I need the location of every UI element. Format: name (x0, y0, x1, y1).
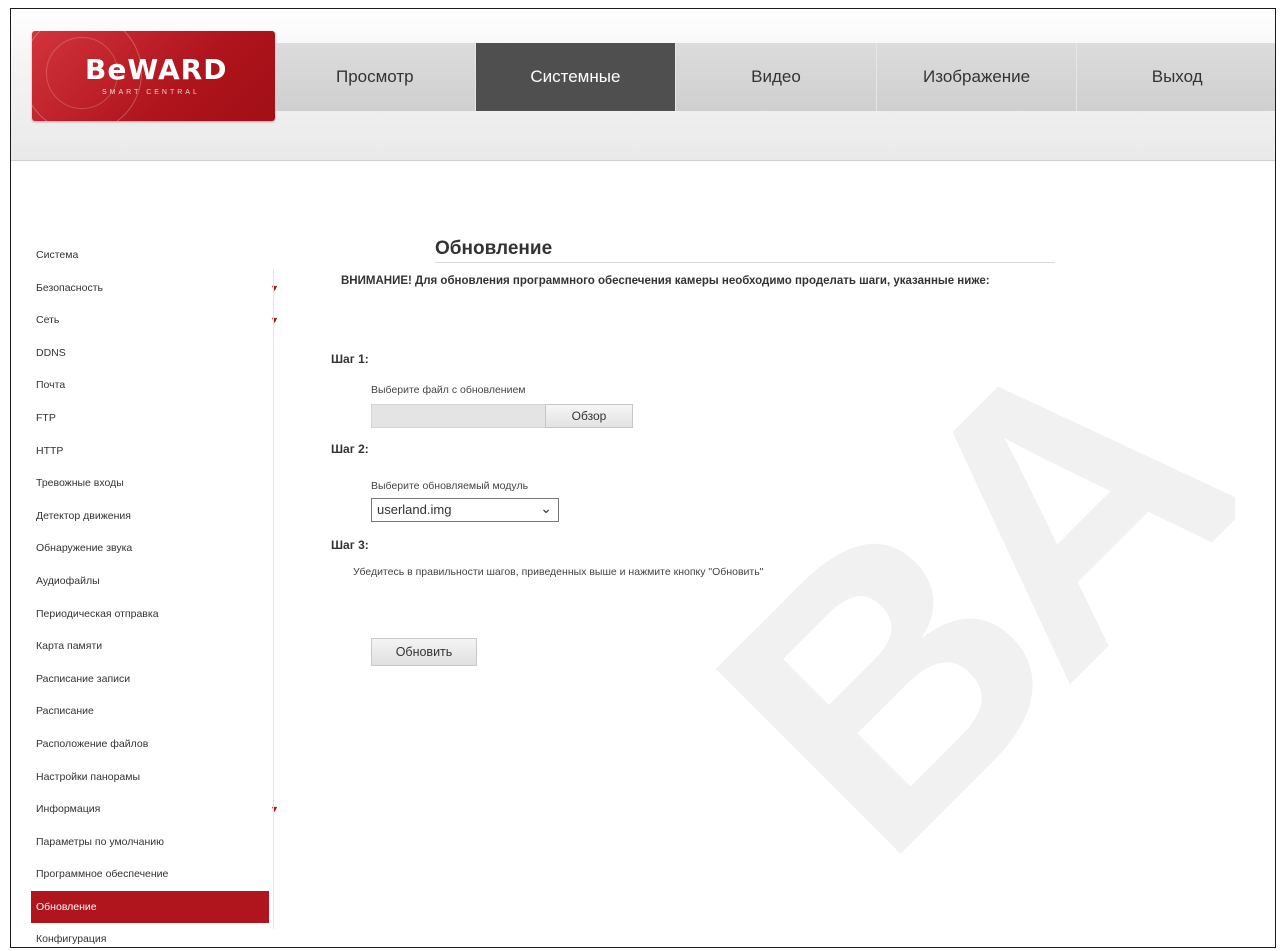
sidebar-item[interactable]: Периодическая отправка (31, 598, 281, 631)
tab-image[interactable]: Изображение (877, 43, 1078, 111)
tab-exit[interactable]: Выход (1077, 43, 1275, 111)
logo-text: BeWARD (85, 53, 228, 86)
step2-label: Шаг 2: (331, 442, 369, 456)
sidebar-item-label: DDNS (36, 346, 66, 359)
sidebar-item-label: Конфигурация (36, 933, 107, 946)
watermark-icon: ВА (639, 254, 1235, 929)
update-button[interactable]: Обновить (371, 638, 477, 666)
sidebar-item[interactable]: Расположение файлов (31, 728, 281, 761)
header: BeWARD SMART CENTRAL Просмотр Системные … (11, 9, 1275, 161)
sidebar-item[interactable]: Параметры по умолчанию (31, 826, 281, 859)
tab-system[interactable]: Системные (475, 43, 677, 111)
sidebar-item[interactable]: Карта памяти (31, 630, 281, 663)
sidebar-item-label: FTP (36, 411, 56, 424)
sidebar-item[interactable]: Расписание (31, 695, 281, 728)
top-nav: Просмотр Системные Видео Изображение Вых… (275, 43, 1275, 111)
sidebar-item[interactable]: Расписание записи (31, 663, 281, 696)
warning-text: ВНИМАНИЕ! Для обновления программного об… (341, 275, 990, 287)
sidebar-item-label: Сеть (36, 314, 60, 327)
sidebar-item[interactable]: Сеть ▼ (31, 304, 281, 337)
browse-button[interactable]: Обзор (545, 404, 633, 428)
chevron-down-icon[interactable]: ▼ (270, 793, 279, 826)
file-picker[interactable]: Обзор (371, 404, 633, 428)
sidebar-item-label: Обновление (36, 900, 97, 913)
sidebar-item[interactable]: Настройки панорамы (31, 761, 281, 794)
sidebar-item-label: Программное обеспечение (36, 868, 169, 881)
svg-text:ВА: ВА (639, 254, 1235, 929)
chevron-down-icon[interactable]: ▼ (270, 272, 279, 305)
sidebar-item-label: Параметры по умолчанию (36, 835, 165, 848)
sidebar-item-label: Расписание записи (36, 672, 131, 685)
tab-video[interactable]: Видео (676, 43, 877, 111)
sidebar: Система Безопасность ▼ Сеть ▼ DDNS Почта FTP HTT… (31, 239, 281, 947)
chevron-down-icon[interactable]: ▼ (270, 304, 279, 337)
beward-logo: BeWARD SMART CENTRAL (32, 31, 275, 121)
sidebar-item-label: Карта памяти (36, 640, 103, 653)
sidebar-item-label: Информация (36, 803, 101, 816)
app-frame: BeWARD SMART CENTRAL Просмотр Системные … (10, 8, 1276, 948)
sidebar-item-label: Обнаружение звука (36, 542, 133, 555)
sidebar-item-label: Расположение файлов (36, 737, 149, 750)
step1-label: Шаг 1: (331, 352, 369, 366)
step3-label: Шаг 3: (331, 538, 369, 552)
sidebar-item-label: Настройки панорамы (36, 770, 141, 783)
sidebar-item-label: Система (36, 249, 79, 261)
sidebar-item-label: Тревожные входы (36, 477, 124, 490)
sidebar-item[interactable]: Система (31, 239, 281, 272)
sidebar-item-label: Аудиофайлы (36, 574, 100, 587)
sidebar-item-label: Почта (36, 379, 66, 392)
sidebar-item[interactable]: Почта (31, 369, 281, 402)
sidebar-item[interactable]: Обнаружение звука (31, 532, 281, 565)
sidebar-item[interactable]: DDNS (31, 337, 281, 370)
module-select[interactable]: userland.img ⌄ (371, 498, 559, 522)
title-divider (435, 262, 1055, 263)
module-select-value: userland.img (377, 502, 452, 517)
sidebar-item[interactable]: Тревожные входы (31, 467, 281, 500)
sidebar-item-label: HTTP (36, 444, 64, 457)
sidebar-item[interactable]: Программное обеспечение (31, 858, 281, 891)
sidebar-item[interactable]: FTP (31, 402, 281, 435)
sidebar-item[interactable]: Обновление (31, 890, 269, 924)
step2-hint: Выберите обновляемый модуль (371, 480, 529, 492)
file-path-field[interactable] (371, 404, 545, 428)
step1-hint: Выберите файл с обновлением (371, 384, 526, 396)
sidebar-divider (273, 269, 274, 929)
tab-view[interactable]: Просмотр (275, 43, 476, 111)
sidebar-item-label: Безопасность (36, 281, 103, 294)
sidebar-item-label: Детектор движения (36, 509, 131, 522)
page-title: Обновление (435, 238, 553, 259)
logo-subtext: SMART CENTRAL (102, 89, 200, 96)
sidebar-item[interactable]: Информация ▼ (31, 793, 281, 826)
sidebar-item-label: Периодическая отправка (36, 607, 159, 620)
sidebar-item[interactable]: HTTP (31, 435, 281, 468)
chevron-down-icon: ⌄ (540, 500, 552, 516)
sidebar-item[interactable]: Конфигурация (31, 923, 281, 947)
sidebar-item[interactable]: Аудиофайлы (31, 565, 281, 598)
sidebar-item[interactable]: Безопасность ▼ (31, 272, 281, 305)
sidebar-item[interactable]: Детектор движения (31, 500, 281, 533)
sidebar-item-label: Расписание (36, 705, 94, 718)
step3-hint: Убедитесь в правильности шагов, приведен… (353, 566, 764, 578)
